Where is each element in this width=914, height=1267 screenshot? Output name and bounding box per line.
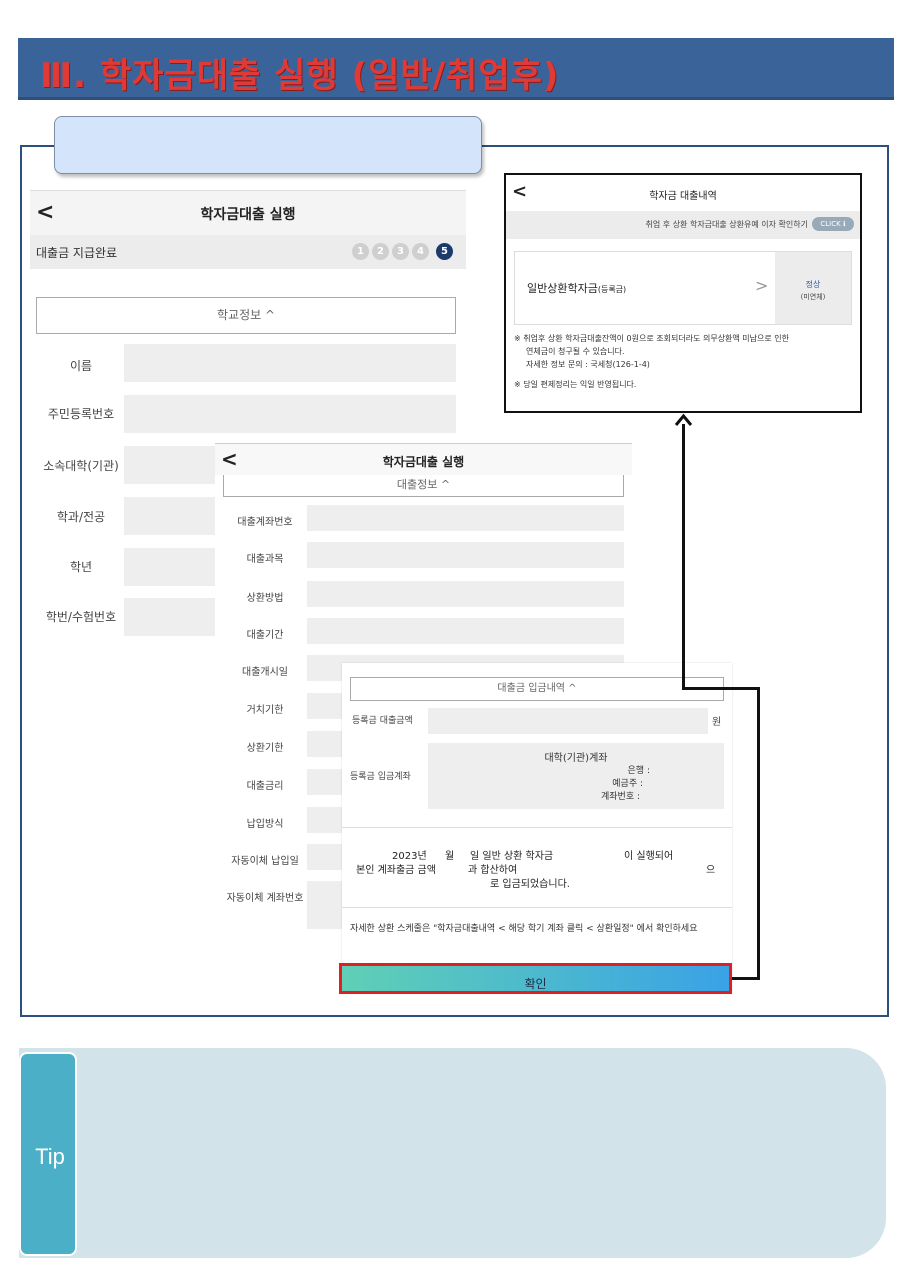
field-label-major: 학과/전공 (56, 510, 106, 524)
loan-field-label: 자동이체 계좌번호 (226, 893, 304, 904)
status-label: 대출금 지급완료 (36, 246, 118, 260)
screen-loan-history: < 학자금 대출내역 취업 후 상환 학자금대출 상환유예 이자 확인하기 CL… (504, 173, 862, 413)
screen2-header: < 학자금대출 실행 (215, 443, 632, 475)
note2: ※ 당일 편제정리는 익일 반영됩니다. (514, 380, 637, 389)
tip-text: Tip (35, 1144, 65, 1169)
msg-year: 2023년 (392, 851, 427, 862)
schedule-note: 자세한 상환 스케줄은 "학자금대출내역 < 해당 학기 계좌 클릭 < 상환일… (350, 924, 698, 934)
screen1-header: < 학자금대출 실행 (30, 190, 466, 235)
deposit-holder: 예금주 : (612, 779, 643, 789)
loan-field-label: 상환기한 (246, 743, 284, 754)
notice-text: 취업 후 상환 학자금대출 상환유예 이자 확인하기 (645, 220, 808, 229)
note1b: 연체금이 청구될 수 있습니다. (526, 347, 625, 356)
loan-field-label: 자동이체 납입일 (231, 856, 299, 867)
screen4-title: 학자금 대출내역 (649, 191, 717, 202)
msg-month: 월 (445, 851, 455, 862)
screen2-title: 학자금대출 실행 (382, 455, 465, 469)
loan-field-label: 상환방법 (246, 593, 284, 604)
field-label-university: 소속대학(기관) (43, 459, 119, 473)
msg-combined: 과 합산하여 (468, 865, 518, 876)
loan-name-text: 일반상환학자금 (527, 282, 598, 295)
deposit-title: 대학(기관)계좌 (544, 753, 608, 764)
tuition-amount-label: 등록금 대출금액 (352, 716, 413, 726)
status-sub: (미연체) (800, 293, 826, 301)
loan-field-label: 납입방식 (246, 819, 284, 830)
deposit-account-number: 계좌번호 : (600, 792, 640, 802)
loan-field-label: 대출기간 (246, 630, 284, 641)
note1c: 자세한 정보 문의 : 국세청(126-1-4) (526, 360, 650, 369)
loan-field-value (307, 618, 624, 644)
screen-deposit-details: 대출금 입금내역 ^ 등록금 대출금액 원 등록금 입금계좌 대학(기관)계좌 … (339, 663, 732, 994)
field-label-grade: 학년 (69, 560, 93, 574)
deposit-bank: 은행 : (627, 766, 650, 776)
divider (342, 907, 732, 908)
note1: ※ 취업후 상환 학자금대출잔액이 0원으로 조회되더라도 의무상환액 미납으로… (514, 334, 790, 343)
loan-field-label: 거치기한 (246, 705, 284, 716)
step-3: 3 (392, 243, 409, 260)
loan-field-label: 대출계좌번호 (237, 517, 293, 528)
msg-deposited: 로 입금되었습니다. (490, 879, 570, 890)
field-label-student-id: 학번/수험번호 (45, 610, 117, 624)
screen1-title: 학자금대출 실행 (200, 207, 296, 223)
connector-line (682, 687, 760, 690)
connector-line (757, 687, 760, 980)
connector-line (682, 424, 685, 690)
status-text: 정상 (805, 280, 821, 289)
msg-executed: 이 실행되어 (624, 851, 674, 862)
confirm-button[interactable]: 확인 (339, 963, 732, 994)
tip-box (19, 1048, 886, 1258)
deposit-toggle[interactable]: 대출금 입금내역 ^ (350, 677, 724, 701)
step-2: 2 (372, 243, 389, 260)
loan-field-label: 대출과목 (246, 554, 284, 565)
loan-field-value (307, 581, 624, 607)
loan-field-label: 대출개시일 (242, 667, 288, 678)
connector-line (732, 977, 760, 980)
deposit-account-box: 대학(기관)계좌 은행 : 예금주 : 계좌번호 : (428, 743, 724, 809)
tip-label: Tip (19, 1052, 77, 1256)
amount-unit: 원 (712, 717, 722, 728)
step-1: 1 (352, 243, 369, 260)
loan-item[interactable]: 일반상환학자금(등록금) > 정상 (미연체) (514, 251, 852, 325)
step-5: 5 (436, 243, 453, 260)
status-bar: 대출금 지급완료 1 2 3 4 5 (30, 235, 466, 269)
msg-withdraw: 본인 계좌출금 금액 (356, 865, 436, 876)
click-badge[interactable]: CLICK ℹ (812, 217, 854, 231)
field-rrn (124, 395, 456, 433)
page-title: Ⅲ. 학자금대출 실행 (일반/취업후) (40, 56, 560, 96)
confirm-label: 확인 (524, 977, 547, 991)
msg-suffix: 으 (706, 865, 716, 876)
loan-field-value (307, 505, 624, 531)
notice-bar: 취업 후 상환 학자금대출 상환유예 이자 확인하기 CLICK ℹ (506, 211, 860, 239)
title-bar: Ⅲ. 학자금대출 실행 (일반/취업후) (18, 38, 894, 100)
loan-field-value (307, 542, 624, 568)
msg-day: 일 일반 상환 학자금 (470, 851, 554, 862)
chevron-right-icon: > (755, 276, 769, 295)
field-label-name: 이름 (69, 359, 93, 373)
tab-box (54, 116, 482, 174)
loan-info-toggle[interactable]: 대출정보 ^ (223, 475, 624, 497)
step-4: 4 (412, 243, 429, 260)
status-cell: 정상 (미연체) (775, 252, 851, 324)
arrow-up-icon (674, 413, 693, 426)
field-label-rrn: 주민등록번호 (47, 407, 115, 421)
deposit-account-label: 등록금 입금계좌 (350, 772, 411, 782)
loan-field-label: 대출금리 (246, 781, 284, 792)
divider (342, 827, 732, 828)
loan-name: 일반상환학자금(등록금) (527, 280, 626, 296)
school-info-toggle[interactable]: 학교정보 ^ (36, 297, 456, 334)
tuition-amount-field (428, 708, 708, 734)
field-name (124, 344, 456, 382)
loan-sub: (등록금) (597, 285, 627, 294)
